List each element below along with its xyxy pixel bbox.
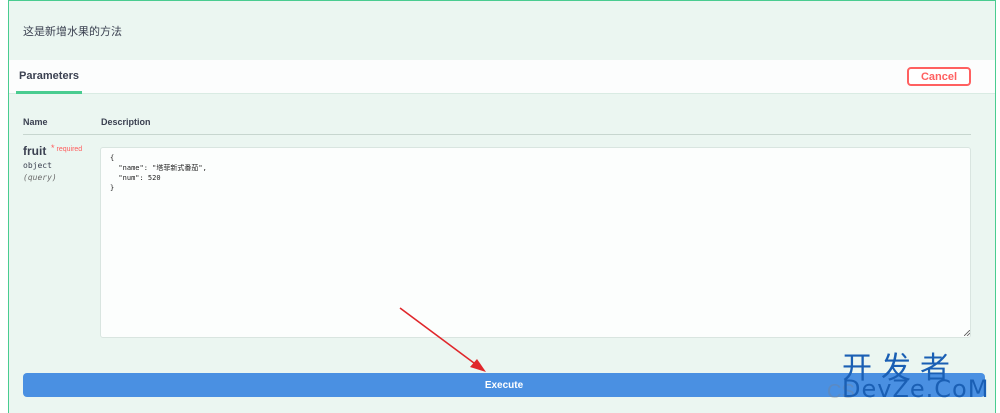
- required-star-icon: *: [51, 143, 55, 153]
- param-value-textarea[interactable]: { "name": "塔菲新式番茄", "num": 520 }: [100, 147, 971, 338]
- parameters-header: Parameters Cancel: [9, 60, 995, 94]
- table-divider: [23, 134, 971, 135]
- param-required-label: required: [56, 146, 83, 153]
- watermark-logo-line2: DevZe.CoM: [842, 375, 990, 403]
- param-location: (query): [23, 173, 57, 182]
- column-header-description: Description: [101, 117, 151, 127]
- resize-handle-icon[interactable]: [964, 330, 970, 336]
- param-name: fruit: [23, 144, 47, 158]
- param-type: object: [23, 161, 52, 170]
- tab-parameters[interactable]: Parameters: [16, 60, 82, 94]
- column-header-name: Name: [23, 117, 48, 127]
- operation-description: 这是新增水果的方法: [23, 26, 122, 38]
- cancel-button[interactable]: Cancel: [907, 67, 971, 86]
- param-required-badge: * required: [51, 143, 82, 153]
